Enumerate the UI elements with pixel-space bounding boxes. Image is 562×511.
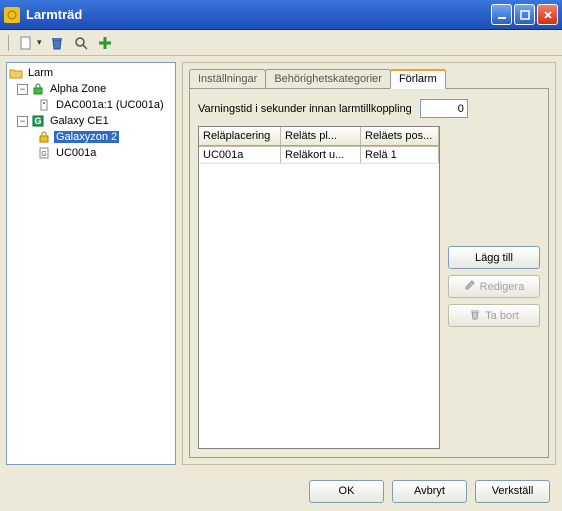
add-relay-button[interactable]: Lägg till bbox=[448, 246, 540, 269]
tree-node-alpha[interactable]: − Alpha Zone bbox=[7, 81, 175, 97]
table-empty-area bbox=[199, 164, 439, 448]
cell: Reläkort u... bbox=[281, 147, 361, 163]
warn-time-input[interactable] bbox=[420, 99, 468, 118]
collapse-icon[interactable]: − bbox=[17, 84, 28, 95]
cell: Relä 1 bbox=[361, 147, 439, 163]
edit-icon bbox=[464, 279, 476, 294]
tree-label: Galaxy CE1 bbox=[48, 115, 111, 127]
delete-relay-button[interactable]: Ta bort bbox=[448, 304, 540, 327]
tree-label-selected: Galaxyzon 2 bbox=[54, 131, 119, 143]
tree-node-dac[interactable]: DAC001a:1 (UC001a) bbox=[7, 97, 175, 113]
trash-icon bbox=[469, 308, 481, 323]
tree-label: Alpha Zone bbox=[48, 83, 108, 95]
app-icon bbox=[4, 7, 20, 23]
right-panel: Inställningar Behörighetskategorier Förl… bbox=[182, 62, 556, 465]
tab-behorighet[interactable]: Behörighetskategorier bbox=[265, 69, 391, 88]
table-row[interactable]: UC001a Reläkort u... Relä 1 bbox=[199, 147, 439, 164]
footer: OK Avbryt Verkställ bbox=[0, 471, 562, 511]
tree-node-galaxy[interactable]: − G Galaxy CE1 bbox=[7, 113, 175, 129]
tree-label: Larm bbox=[26, 67, 55, 79]
cell: UC001a bbox=[199, 147, 281, 163]
folder-icon bbox=[9, 66, 23, 80]
device-icon bbox=[37, 98, 51, 112]
relay-table[interactable]: Reläplacering Reläts pl... Reläets pos..… bbox=[198, 126, 440, 449]
col-relaets-position[interactable]: Reläets pos... bbox=[361, 127, 439, 146]
minimize-button[interactable] bbox=[491, 4, 512, 25]
col-relats-placering[interactable]: Reläts pl... bbox=[281, 127, 361, 146]
add-button[interactable] bbox=[96, 34, 114, 52]
tree-label: DAC001a:1 (UC001a) bbox=[54, 99, 166, 111]
tab-bar: Inställningar Behörighetskategorier Förl… bbox=[189, 69, 549, 88]
delete-button[interactable] bbox=[48, 34, 66, 52]
tree-node-uc[interactable]: G UC001a bbox=[7, 145, 175, 161]
tree-root[interactable]: Larm bbox=[7, 65, 175, 81]
svg-text:G: G bbox=[41, 151, 46, 158]
toolbar: ▾ bbox=[0, 30, 562, 56]
titlebar: Larmträd bbox=[0, 0, 562, 30]
apply-button[interactable]: Verkställ bbox=[475, 480, 550, 503]
dropdown-arrow-icon[interactable]: ▾ bbox=[37, 37, 42, 48]
tab-body: Varningstid i sekunder innan larmtillkop… bbox=[189, 88, 549, 458]
tab-installningar[interactable]: Inställningar bbox=[189, 69, 266, 88]
galaxy-icon: G bbox=[31, 114, 45, 128]
svg-text:G: G bbox=[34, 116, 41, 126]
table-header: Reläplacering Reläts pl... Reläets pos..… bbox=[199, 127, 439, 147]
maximize-button[interactable] bbox=[514, 4, 535, 25]
edit-relay-button[interactable]: Redigera bbox=[448, 275, 540, 298]
close-button[interactable] bbox=[537, 4, 558, 25]
tree-panel[interactable]: Larm − Alpha Zone DAC001a:1 (UC001a) − G… bbox=[6, 62, 176, 465]
lock-yellow-icon bbox=[37, 130, 51, 144]
warn-time-label: Varningstid i sekunder innan larmtillkop… bbox=[198, 103, 412, 115]
device-g-icon: G bbox=[37, 146, 51, 160]
new-button[interactable] bbox=[17, 34, 35, 52]
toolbar-separator bbox=[8, 35, 9, 51]
collapse-icon[interactable]: − bbox=[17, 116, 28, 127]
tree-node-galaxyzon[interactable]: Galaxyzon 2 bbox=[7, 129, 175, 145]
col-relaplacering[interactable]: Reläplacering bbox=[199, 127, 281, 146]
cancel-button[interactable]: Avbryt bbox=[392, 480, 467, 503]
search-button[interactable] bbox=[72, 34, 90, 52]
window-title: Larmträd bbox=[26, 7, 491, 22]
lock-green-icon bbox=[31, 82, 45, 96]
tab-forlarm[interactable]: Förlarm bbox=[390, 69, 446, 89]
ok-button[interactable]: OK bbox=[309, 480, 384, 503]
tree-label: UC001a bbox=[54, 147, 98, 159]
